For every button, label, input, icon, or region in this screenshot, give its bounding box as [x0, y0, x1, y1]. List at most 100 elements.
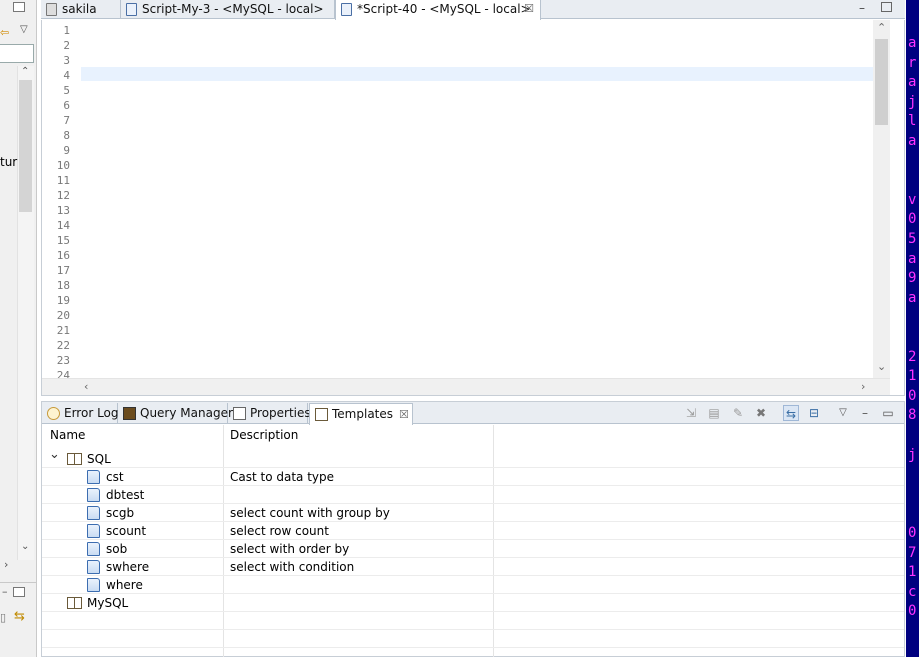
close-icon[interactable]: ☒ — [399, 408, 409, 421]
console-char: a — [908, 35, 917, 51]
line-number: 24 — [56, 369, 70, 378]
column-header-description[interactable]: Description — [230, 425, 298, 445]
sql-script-icon — [341, 3, 352, 16]
properties-icon — [233, 407, 246, 420]
table-row[interactable]: dbtest — [42, 486, 904, 504]
maximize-icon[interactable] — [13, 2, 25, 12]
sql-editor[interactable]: 1 2 3 4 5 6 7 8 9 10 11 12 13 14 15 16 17 18 19 20 21 22 23 24 … — [41, 20, 905, 396]
query-manager-icon — [123, 407, 136, 420]
minimize-icon[interactable]: – — [2, 585, 8, 598]
table-row[interactable] — [42, 612, 904, 630]
tab-templates[interactable]: Templates ☒ — [309, 403, 413, 425]
new-template-icon[interactable]: ▤ — [706, 405, 722, 421]
editor-tab-script-40[interactable]: *Script-40 - <MySQL - local> ☒ — [335, 0, 541, 20]
scroll-right-icon[interactable]: › — [861, 380, 865, 393]
editor-tab-script-my-3[interactable]: Script-My-3 - <MySQL - local> — [121, 0, 335, 19]
table-row[interactable]: where — [42, 576, 904, 594]
template-group-icon — [67, 597, 82, 609]
scroll-right-icon[interactable]: › — [4, 558, 8, 571]
bottom-views-panel: Error Log Query Manager Properties Templ… — [41, 401, 905, 657]
edit-icon[interactable]: ✎ — [730, 405, 746, 421]
template-description: select with condition — [230, 560, 355, 574]
template-name: cst — [106, 470, 124, 484]
filter-input[interactable] — [0, 44, 34, 63]
editor-area: sakila Script-My-3 - <MySQL - local> *Sc… — [41, 0, 905, 396]
maximize-icon[interactable] — [881, 2, 892, 12]
line-number: 8 — [63, 129, 70, 142]
template-description: select row count — [230, 524, 329, 538]
link-editor-icon[interactable]: ⇦ — [0, 26, 9, 39]
tab-label: Error Log — [64, 406, 119, 420]
sync-icon[interactable]: ⇆ — [14, 609, 25, 624]
console-char: 8 — [908, 407, 917, 424]
expand-chevron-icon[interactable]: ⌄ — [49, 447, 60, 462]
delete-icon[interactable]: ✖ — [753, 405, 769, 421]
editor-horizontal-scrollbar[interactable]: ‹ › — [42, 378, 890, 395]
table-row[interactable]: swhere select with condition — [42, 558, 904, 576]
console-char: j — [908, 93, 917, 110]
scroll-up-icon[interactable]: ⌃ — [21, 66, 29, 77]
editor-tab-label: Script-My-3 - <MySQL - local> — [142, 2, 324, 16]
view-menu-icon[interactable]: ▽ — [835, 405, 851, 421]
tab-error-log[interactable]: Error Log — [42, 403, 119, 424]
left-scroll-thumb[interactable] — [19, 80, 32, 212]
template-name: scount — [106, 524, 147, 538]
template-name: where — [106, 578, 143, 592]
tree-item-partial[interactable]: tur — [0, 155, 17, 169]
line-number: 9 — [63, 144, 70, 157]
console-char: 0 — [908, 211, 917, 228]
table-row[interactable] — [42, 648, 904, 657]
scroll-down-icon[interactable]: ⌄ — [21, 541, 29, 552]
tab-properties[interactable]: Properties — [228, 403, 311, 424]
console-char: a — [908, 289, 917, 306]
console-char: 0 — [908, 525, 917, 541]
table-row[interactable]: scount select row count — [42, 522, 904, 540]
scroll-left-icon[interactable]: ‹ — [84, 380, 88, 393]
editor-tab-sakila[interactable]: sakila — [41, 0, 121, 19]
error-log-icon — [47, 407, 60, 420]
close-icon[interactable]: ☒ — [524, 0, 534, 18]
scroll-up-icon[interactable]: ⌃ — [877, 21, 886, 34]
line-number: 4 — [63, 69, 70, 82]
templates-icon — [315, 408, 328, 421]
editor-tab-label: sakila — [62, 2, 97, 16]
minimize-icon[interactable]: – — [857, 405, 873, 421]
line-number: 5 — [63, 84, 70, 97]
collapse-all-icon[interactable]: ▯ — [0, 611, 6, 624]
collapse-all-icon[interactable]: ⊟ — [806, 405, 822, 421]
console-char: 5 — [908, 231, 917, 247]
editor-tab-bar: sakila Script-My-3 - <MySQL - local> *Sc… — [41, 0, 905, 20]
link-with-editor-icon[interactable]: ⇆ — [783, 405, 799, 421]
view-tab-bar: Error Log Query Manager Properties Templ… — [42, 402, 904, 425]
template-description: select with order by — [230, 542, 350, 556]
view-menu-icon[interactable]: ▽ — [20, 24, 28, 35]
console-char: v — [908, 191, 917, 208]
console-char: a — [908, 250, 917, 267]
tab-label: Templates — [332, 407, 394, 421]
background-console-strip: arajlav05a9a2108j071c0 — [906, 0, 919, 657]
editor-scroll-thumb[interactable] — [875, 39, 888, 125]
console-char: 1 — [908, 564, 917, 581]
table-row[interactable] — [42, 630, 904, 648]
tab-query-manager[interactable]: Query Manager — [118, 403, 233, 424]
table-row[interactable]: scgb select count with group by — [42, 504, 904, 522]
minimize-icon[interactable]: – — [859, 1, 865, 15]
table-row[interactable]: ⌄ SQL — [42, 447, 904, 468]
line-number: 3 — [63, 54, 70, 67]
maximize-icon[interactable]: ▭ — [880, 405, 896, 421]
line-number: 11 — [56, 174, 70, 187]
line-number: 6 — [63, 99, 70, 112]
table-row[interactable]: MySQL — [42, 594, 904, 612]
table-row[interactable]: cst Cast to data type — [42, 468, 904, 486]
table-row[interactable]: sob select with order by — [42, 540, 904, 558]
column-header-name[interactable]: Name — [50, 425, 85, 445]
scroll-down-icon[interactable]: ⌄ — [877, 360, 886, 373]
line-number: 21 — [56, 324, 70, 337]
sql-script-icon — [126, 3, 137, 16]
import-icon[interactable]: ⇲ — [683, 405, 699, 421]
maximize-icon[interactable] — [13, 587, 25, 597]
template-icon — [87, 560, 100, 574]
template-name: dbtest — [106, 488, 145, 502]
console-char: 0 — [908, 603, 917, 620]
line-number: 16 — [56, 249, 70, 262]
